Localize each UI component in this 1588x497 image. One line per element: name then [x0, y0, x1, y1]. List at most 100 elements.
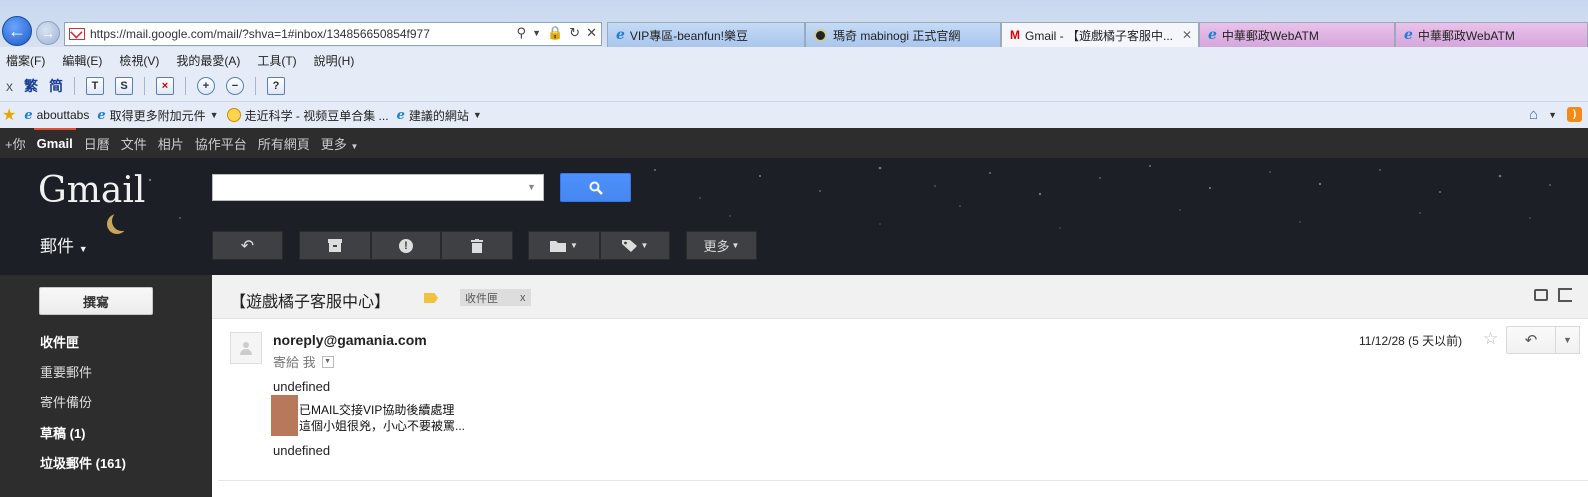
reply-button[interactable]: ↶	[1506, 326, 1556, 354]
address-bar[interactable]: https://mail.google.com/mail/?shva=1#inb…	[64, 22, 602, 46]
zoom-out-icon[interactable]: −	[226, 76, 244, 95]
menu-edit[interactable]: 編輯(E)	[62, 52, 102, 69]
favorite-abouttabs[interactable]: e abouttabs	[24, 108, 89, 123]
ie-icon: e	[396, 107, 405, 123]
url-text[interactable]: https://mail.google.com/mail/?shva=1#inb…	[90, 27, 430, 41]
toolbar-divider	[255, 76, 256, 95]
reply-options-button[interactable]: ▼	[1556, 326, 1580, 354]
tab-label: 中華郵政WebATM	[1417, 28, 1515, 43]
menu-file[interactable]: 檔案(F)	[6, 52, 45, 69]
rss-feed-icon[interactable]: )	[1567, 107, 1582, 122]
gbar-calendar[interactable]: 日曆	[84, 134, 110, 153]
star-icon[interactable]: ☆	[1483, 329, 1498, 349]
back-to-inbox-button[interactable]: ↶	[212, 231, 283, 260]
more-actions-button[interactable]: 更多 ▼	[686, 231, 757, 260]
toolbar-close-button[interactable]: x	[6, 78, 13, 94]
search-button[interactable]	[560, 173, 631, 202]
gbar-sites[interactable]: 協作平台	[195, 134, 247, 153]
smiley-icon	[226, 108, 241, 122]
labels-button[interactable]: ▼	[600, 231, 670, 260]
tab-label: Gmail - 【遊戲橘子客服中...	[1025, 28, 1174, 43]
search-input[interactable]	[212, 174, 544, 201]
chevron-down-icon[interactable]: ▼	[532, 25, 541, 41]
favorite-addons[interactable]: e 取得更多附加元件 ▼	[97, 107, 218, 124]
person-icon	[240, 342, 252, 355]
forward-button[interactable]: →	[36, 21, 60, 45]
archive-button[interactable]	[299, 231, 371, 260]
new-window-icon[interactable]	[1558, 288, 1572, 302]
traditional-chinese-button[interactable]: 繁	[24, 76, 38, 96]
search-options-icon[interactable]: ▼	[527, 182, 536, 192]
body-line-2: 這個小姐很兇，小心不要被罵...	[299, 419, 466, 433]
tab-gmail[interactable]: M Gmail - 【遊戲橘子客服中... ✕	[1001, 22, 1199, 47]
sidebar-item-important[interactable]: 重要郵件	[40, 362, 92, 381]
menu-tools[interactable]: 工具(T)	[257, 52, 296, 69]
disable-icon[interactable]: ×	[156, 76, 174, 95]
gmail-logo[interactable]: Gmail	[38, 170, 145, 211]
trash-icon	[471, 238, 483, 253]
favorite-label: 建議的網站	[408, 108, 469, 123]
gbar-documents[interactable]: 文件	[121, 134, 147, 153]
menu-help[interactable]: 說明(H)	[314, 52, 355, 69]
simplified-chinese-button[interactable]: 简	[49, 76, 63, 96]
print-icon[interactable]	[1534, 289, 1548, 301]
convert-simp-icon[interactable]: S	[115, 76, 133, 95]
body-text-bottom: undefined	[273, 443, 331, 458]
move-to-button[interactable]: ▼	[528, 231, 600, 260]
important-marker-icon[interactable]	[424, 293, 438, 303]
sender-email[interactable]: noreply@gamania.com	[273, 332, 427, 348]
gbar-web[interactable]: 所有網頁	[258, 134, 310, 153]
gbar-gmail[interactable]: Gmail	[33, 127, 76, 151]
browser-chrome: ← → https://mail.google.com/mail/?shva=1…	[0, 0, 1588, 128]
sidebar-item-spam[interactable]: 垃圾郵件 (161)	[40, 453, 126, 472]
ie-icon: e	[1404, 27, 1413, 43]
close-icon[interactable]: ✕	[586, 25, 597, 41]
label-remove-button[interactable]: x	[520, 292, 526, 304]
sidebar: 撰寫 收件匣 重要郵件 寄件備份 草稿 (1) 垃圾郵件 (161)	[0, 275, 212, 497]
help-icon[interactable]: ?	[267, 76, 285, 95]
gbar-plus-you[interactable]: +你	[5, 134, 26, 153]
chevron-down-icon: ▼	[1563, 335, 1572, 345]
chevron-down-icon: ▼	[209, 110, 219, 120]
compose-button[interactable]: 撰寫	[39, 287, 153, 315]
details-toggle-icon[interactable]: ▼	[321, 355, 334, 368]
archive-icon	[328, 239, 342, 252]
favorite-science-videos[interactable]: 走近科学 - 视频豆单合集 ...	[226, 107, 389, 124]
zoom-in-icon[interactable]: +	[197, 76, 215, 95]
ie-icon: e	[616, 27, 625, 43]
chevron-down-icon[interactable]: ▼	[1548, 110, 1557, 120]
label-chip-inbox[interactable]: 收件匣 x	[460, 289, 531, 306]
favorite-label: 取得更多附加元件	[109, 108, 206, 123]
report-spam-button[interactable]: !	[371, 231, 441, 260]
menu-view[interactable]: 檢視(V)	[119, 52, 159, 69]
menu-favorites[interactable]: 我的最愛(A)	[176, 52, 240, 69]
favorites-star-icon[interactable]: ★	[2, 105, 16, 125]
gbar-more-label: 更多	[320, 136, 347, 152]
sidebar-item-sent[interactable]: 寄件備份	[40, 392, 92, 411]
sidebar-item-inbox[interactable]: 收件匣	[40, 332, 79, 351]
mail-menu[interactable]: 郵件 ▼	[40, 232, 88, 257]
body-line-1: 已MAIL交接VIP協助後續處理	[299, 403, 455, 417]
lock-icon[interactable]: 🔒	[547, 25, 563, 41]
mail-menu-label: 郵件	[40, 237, 74, 256]
tab-beanfun[interactable]: e VIP專區-beanfun!樂豆	[607, 22, 805, 47]
sidebar-item-drafts[interactable]: 草稿 (1)	[40, 423, 86, 442]
ie-icon: e	[1208, 27, 1217, 43]
convert-trad-icon[interactable]: T	[86, 76, 104, 95]
refresh-icon[interactable]: ↻	[569, 25, 580, 41]
back-button[interactable]: ←	[2, 16, 32, 46]
body-text-top: undefined	[273, 379, 331, 394]
gbar-more[interactable]: 更多 ▼	[321, 134, 359, 153]
delete-button[interactable]	[441, 231, 513, 260]
gbar-photos[interactable]: 相片	[158, 134, 184, 153]
home-icon[interactable]: ⌂	[1529, 106, 1538, 123]
search-icon[interactable]: ⚲	[517, 25, 527, 41]
tab-webatm-2[interactable]: e 中華郵政WebATM	[1395, 22, 1588, 47]
toolbar-divider	[74, 76, 75, 95]
favorite-label: 走近科学 - 视频豆单合集 ...	[244, 108, 389, 123]
favorite-suggested-sites[interactable]: e 建議的網站 ▼	[397, 107, 482, 124]
tab-close-icon[interactable]: ✕	[1182, 28, 1192, 42]
tab-webatm-1[interactable]: e 中華郵政WebATM	[1199, 22, 1395, 47]
tab-mabinogi[interactable]: 瑪奇 mabinogi 正式官網	[805, 22, 1001, 47]
message-date: 11/12/28 (5 天以前)	[1359, 334, 1463, 348]
